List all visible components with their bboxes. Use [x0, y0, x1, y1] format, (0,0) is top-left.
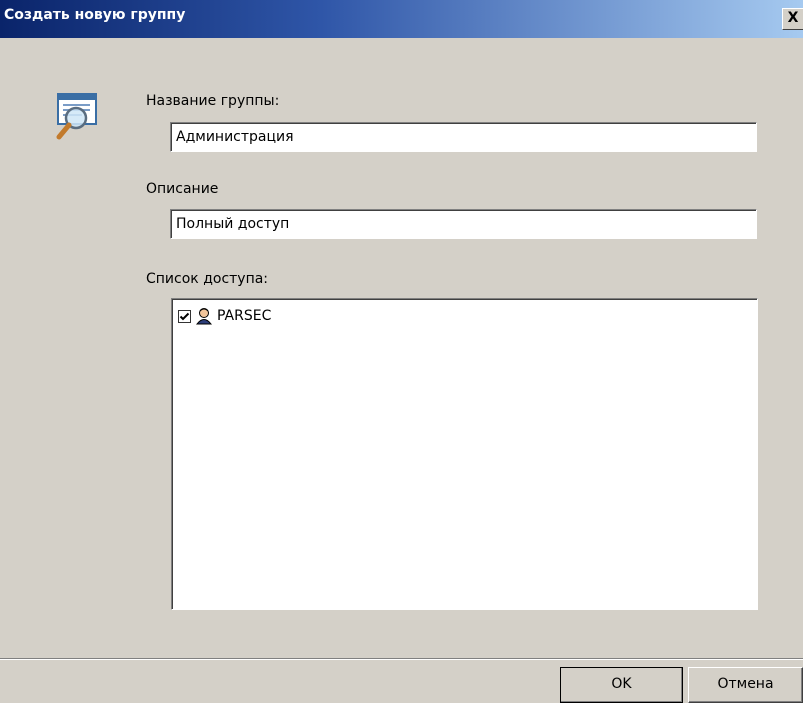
group-properties-icon [52, 92, 104, 144]
list-item-label: PARSEC [217, 308, 272, 324]
dialog-title: Создать новую группу [4, 7, 186, 23]
cancel-button[interactable]: Отмена [688, 667, 803, 703]
checkmark-icon [179, 312, 190, 320]
access-list-label: Список доступа: [146, 271, 269, 287]
title-bar[interactable]: Создать новую группу X [0, 0, 803, 38]
group-name-input[interactable]: Администрация [170, 122, 757, 152]
list-item-parsec[interactable]: PARSEC [178, 305, 271, 327]
close-button[interactable]: X [782, 8, 803, 30]
description-input[interactable]: Полный доступ [170, 209, 757, 239]
access-list[interactable]: PARSEC [171, 298, 758, 610]
parsec-checkbox[interactable] [178, 309, 191, 323]
create-group-dialog: Создать новую группу X Название группы: … [0, 0, 803, 703]
group-name-label: Название группы: [146, 93, 280, 109]
footer-separator [0, 658, 803, 660]
description-label: Описание [146, 181, 219, 197]
ok-button[interactable]: OK [560, 667, 683, 703]
close-icon: X [787, 10, 799, 26]
user-icon [195, 307, 213, 325]
